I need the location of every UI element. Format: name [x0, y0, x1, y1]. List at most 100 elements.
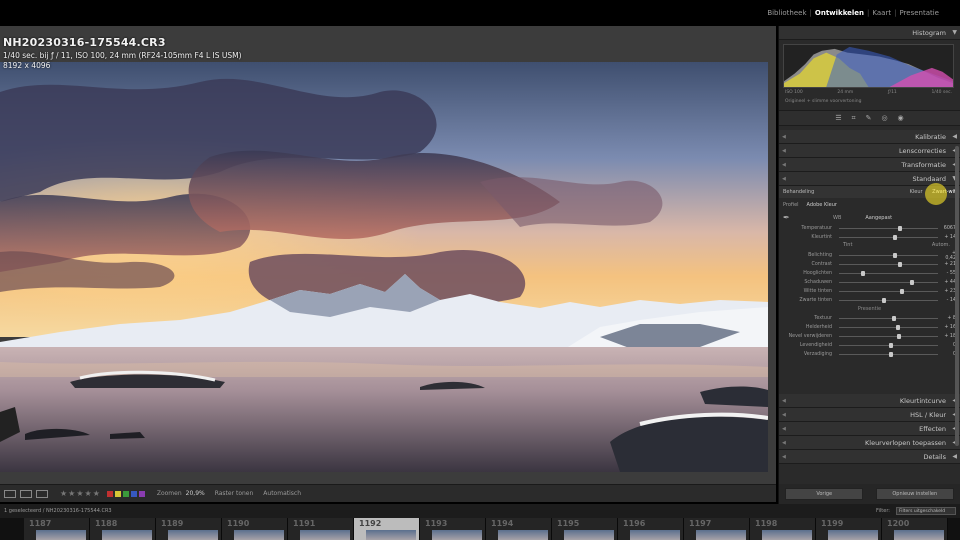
filmstrip-thumb[interactable]: 1194 [486, 518, 552, 540]
witte-tinten-slider-knob[interactable] [900, 289, 905, 294]
belichting-slider[interactable] [839, 253, 938, 258]
loupe-view-icon[interactable] [4, 489, 16, 498]
filmstrip-thumb[interactable]: 1196 [618, 518, 684, 540]
belichting-value[interactable]: + 0,42 [942, 251, 956, 261]
profile-select[interactable]: Adobe Kleur [807, 202, 837, 208]
module-bibliotheek[interactable]: Bibliotheek [764, 9, 809, 17]
schaduwen-slider[interactable] [839, 280, 938, 285]
panel-transform[interactable]: ◀Transformatie◀ [779, 158, 960, 172]
helderheid-slider-knob[interactable] [896, 325, 901, 330]
red-label[interactable] [106, 490, 113, 497]
eyedropper-icon[interactable]: ✒ [783, 213, 793, 223]
helderheid-slider[interactable] [839, 325, 938, 330]
compare-view-icon[interactable] [20, 489, 32, 498]
redeye-icon[interactable]: ◎ [881, 114, 887, 122]
contrast-slider[interactable] [839, 262, 938, 267]
filmstrip-path[interactable]: 1 geselecteerd / NH20230316-175544.CR3 [4, 508, 112, 514]
panel-color-grading[interactable]: ◀Kleurverlopen toepassen◀ [779, 436, 960, 450]
sliders-icon[interactable]: ☰ [835, 114, 841, 122]
photo-preview[interactable] [0, 62, 768, 472]
nevel-verwijderen-value[interactable]: + 18 [942, 334, 956, 339]
tint-value[interactable]: + 14 [942, 235, 956, 240]
textuur-value[interactable]: + 8 [942, 316, 956, 321]
green-label[interactable] [122, 490, 129, 497]
witte-tinten-slider[interactable] [839, 289, 938, 294]
filmstrip-thumb[interactable]: 1188 [90, 518, 156, 540]
panel-tone-curve[interactable]: ◀Kleurtintcurve◀ [779, 394, 960, 408]
nevel-verwijderen-slider[interactable] [839, 334, 938, 339]
filmstrip-thumb[interactable]: 1189 [156, 518, 222, 540]
expand-icon: ◀ [952, 133, 957, 140]
module-kaart[interactable]: Kaart [869, 9, 894, 17]
zwarte-tinten-slider[interactable] [839, 298, 938, 303]
original-checkbox[interactable]: Origineel + slimme voorvertoning [785, 99, 960, 104]
reset-button[interactable]: Opnieuw instellen [875, 488, 954, 500]
filmstrip: 1187 1188 1189 1190 1191 1192 1193 1194 1195 1196… [0, 518, 960, 540]
filmstrip-thumb[interactable]: 1191 [288, 518, 354, 540]
grid-toggle[interactable]: Raster tonen [215, 490, 254, 497]
schaduwen-slider-knob[interactable] [910, 280, 915, 285]
panel-lens[interactable]: ◀Lenscorrecties◀ [779, 144, 960, 158]
histogram-header[interactable]: Histogram ▼ [779, 26, 960, 40]
temperature-slider[interactable] [839, 226, 938, 231]
zwarte-tinten-value[interactable]: - 14 [942, 298, 956, 303]
rating-stars[interactable]: ★★★★★ [60, 489, 101, 498]
belichting-slider-knob[interactable] [893, 253, 898, 258]
filmstrip-thumb[interactable]: 1193 [420, 518, 486, 540]
textuur-slider[interactable] [839, 316, 938, 321]
filmstrip-thumb[interactable]: 1198 [750, 518, 816, 540]
panel-effects[interactable]: ◀Effecten◀ [779, 422, 960, 436]
verzadiging-value[interactable]: 0 [942, 352, 956, 357]
zoom-value[interactable]: 20,9% [186, 490, 205, 497]
previous-button[interactable]: Vorige [785, 488, 864, 500]
module-presentatie[interactable]: Presentatie [896, 9, 942, 17]
module-ontwikkelen[interactable]: Ontwikkelen [812, 9, 867, 17]
healing-icon[interactable]: ✎ [866, 114, 872, 122]
hooglichten-value[interactable]: - 55 [942, 271, 956, 276]
levendigheid-slider[interactable] [839, 343, 938, 348]
panel-hsl[interactable]: ◀HSL / Kleur◀ [779, 408, 960, 422]
witte-tinten-value[interactable]: + 23 [942, 289, 956, 294]
filmstrip-thumb[interactable]: 1192 [354, 518, 420, 540]
tint-slider[interactable] [839, 235, 938, 240]
hooglichten-slider[interactable] [839, 271, 938, 276]
expand-icon: ◀ [782, 412, 786, 418]
grid-auto[interactable]: Automatisch [263, 490, 301, 497]
helderheid-slider-row: Helderheid + 16 [783, 323, 956, 332]
purple-label[interactable] [138, 490, 145, 497]
verzadiging-slider[interactable] [839, 352, 938, 357]
contrast-value[interactable]: + 21 [942, 262, 956, 267]
panel-calibration[interactable]: ◀ Kalibratie ◀ [779, 130, 960, 144]
contrast-slider-knob[interactable] [898, 262, 903, 267]
levendigheid-value[interactable]: 0 [942, 343, 956, 348]
panel-details[interactable]: ◀ Details ◀ [779, 450, 960, 464]
masking-icon[interactable]: ◉ [898, 114, 904, 122]
hooglichten-slider-knob[interactable] [860, 271, 865, 276]
temperature-slider-knob[interactable] [898, 226, 903, 231]
blue-label[interactable] [130, 490, 137, 497]
textuur-slider-knob[interactable] [892, 316, 897, 321]
temperature-value[interactable]: 6067 [942, 226, 956, 231]
survey-view-icon[interactable] [36, 489, 48, 498]
helderheid-value[interactable]: + 16 [942, 325, 956, 330]
crop-icon[interactable]: ⌗ [852, 114, 856, 123]
filmstrip-thumb[interactable]: 1199 [816, 518, 882, 540]
filter-select[interactable]: Filters uitgeschakeld [896, 507, 956, 515]
wb-select[interactable]: Aangepast [865, 215, 892, 221]
panel-scrollbar[interactable] [955, 146, 959, 446]
filmstrip-thumb[interactable]: 1197 [684, 518, 750, 540]
filmstrip-thumb[interactable]: 1195 [552, 518, 618, 540]
tint-slider-knob[interactable] [893, 235, 898, 240]
filmstrip-thumb[interactable]: 1190 [222, 518, 288, 540]
color-labels[interactable] [106, 490, 147, 497]
yellow-label[interactable] [114, 490, 121, 497]
treatment-color[interactable]: Kleur [910, 189, 923, 195]
nevel-verwijderen-slider-knob[interactable] [897, 334, 902, 339]
landscape-photo [0, 62, 768, 472]
levendigheid-slider-knob[interactable] [888, 343, 893, 348]
filmstrip-thumb[interactable]: 1187 [24, 518, 90, 540]
verzadiging-slider-knob[interactable] [888, 352, 893, 357]
schaduwen-value[interactable]: + 44 [942, 280, 956, 285]
filmstrip-thumb[interactable]: 1200 [882, 518, 948, 540]
zwarte-tinten-slider-knob[interactable] [881, 298, 886, 303]
